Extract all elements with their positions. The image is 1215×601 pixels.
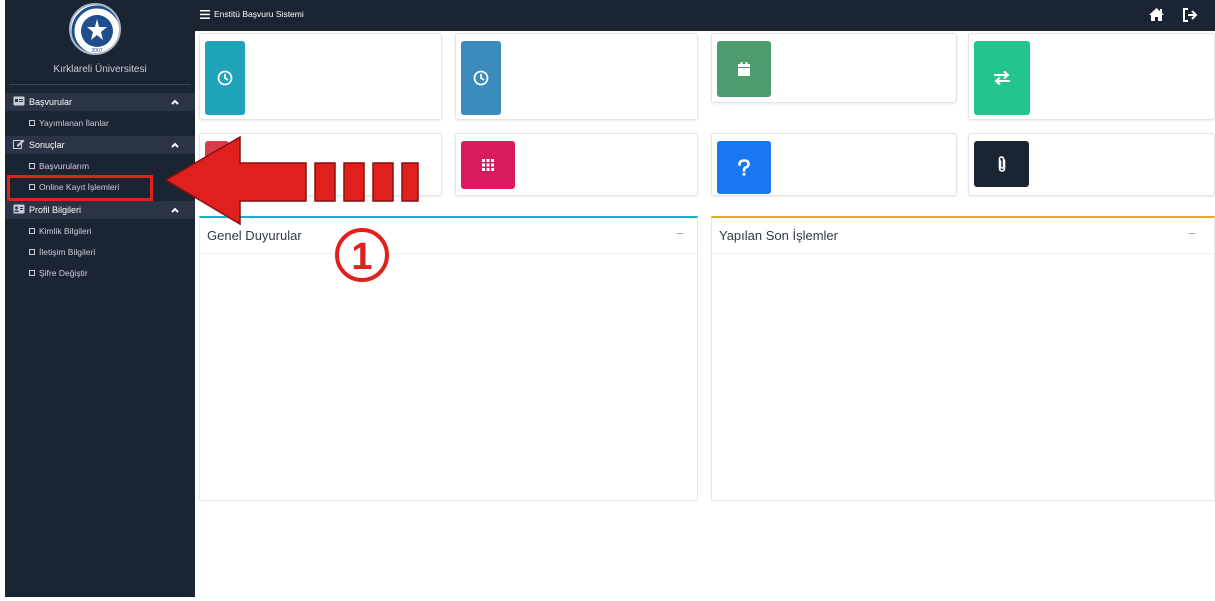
app-title: Enstitü Başvuru Sistemi [214, 9, 304, 19]
sidebar: 2007 Kırklareli Üniversitesi Başvurular … [5, 0, 195, 597]
logout-icon[interactable] [1182, 7, 1198, 23]
sidebar-item-label: İletişim Bilgileri [39, 247, 96, 257]
top-navbar: Enstitü Başvuru Sistemi [195, 0, 1215, 31]
stat-card[interactable] [711, 33, 957, 103]
square-icon [29, 163, 35, 169]
stat-card[interactable] [455, 33, 698, 120]
square-icon [29, 228, 35, 234]
home-icon[interactable] [1148, 6, 1165, 23]
svg-text:2007: 2007 [91, 48, 102, 54]
collapse-button[interactable]: − [676, 226, 684, 241]
card-icon-tile [974, 141, 1029, 187]
clock-icon [217, 70, 233, 86]
stat-card[interactable] [968, 33, 1215, 120]
stat-card[interactable] [711, 133, 957, 196]
calendar-icon [738, 62, 750, 76]
card-icon-tile [461, 41, 501, 115]
sidebar-section-label: Sonuçlar [29, 140, 65, 150]
paperclip-icon [998, 156, 1005, 172]
card-icon-tile [717, 41, 771, 97]
sidebar-divider [9, 84, 191, 85]
square-icon [29, 270, 35, 276]
edit-icon [13, 139, 25, 149]
square-icon [29, 249, 35, 255]
sidebar-section-label: Profil Bilgileri [29, 205, 82, 215]
id-badge-icon [13, 204, 25, 214]
arrow-head-shape [164, 135, 307, 226]
stat-card[interactable] [199, 33, 442, 120]
stat-card[interactable] [455, 133, 698, 196]
sidebar-section-basvurular[interactable]: Başvurular [5, 93, 195, 111]
annotation-arrow: 1 [164, 135, 419, 282]
sidebar-section-label: Başvurular [29, 97, 73, 107]
sidebar-item-label: Kimlik Bilgileri [39, 226, 92, 236]
sidebar-item-label: Başvurularım [39, 161, 90, 171]
arrow-dash [372, 162, 394, 202]
recent-activity-panel: Yapılan Son İşlemler − [711, 216, 1215, 501]
highlight-box [7, 175, 153, 201]
card-icon-tile [461, 141, 515, 189]
sidebar-item-label: Şifre Değiştir [39, 268, 88, 278]
exchange-icon [994, 70, 1010, 86]
clock-icon [473, 70, 489, 86]
square-icon [29, 120, 35, 126]
annotation-number: 1 [351, 236, 372, 278]
university-logo: 2007 [69, 3, 121, 55]
stat-card[interactable] [968, 133, 1215, 196]
arrow-dash [401, 162, 419, 202]
arrow-dash [343, 162, 365, 202]
university-name: Kırklareli Üniversitesi [53, 64, 147, 75]
question-icon [738, 158, 750, 176]
panel-divider [712, 253, 1214, 254]
panel-title: Yapılan Son İşlemler [719, 228, 838, 243]
card-icon-tile [717, 141, 771, 194]
menu-icon[interactable] [200, 10, 210, 19]
arrow-dash [314, 162, 336, 202]
card-icon-tile [205, 41, 245, 115]
id-card-icon [13, 96, 25, 106]
sidebar-item-label: Yayımlanan İlanlar [39, 118, 109, 128]
app-window: 2007 Kırklareli Üniversitesi Başvurular … [0, 0, 1215, 601]
card-icon-tile [974, 41, 1030, 115]
grid-icon [482, 159, 494, 171]
collapse-button[interactable]: − [1188, 226, 1196, 241]
chevron-up-icon[interactable] [169, 96, 181, 108]
